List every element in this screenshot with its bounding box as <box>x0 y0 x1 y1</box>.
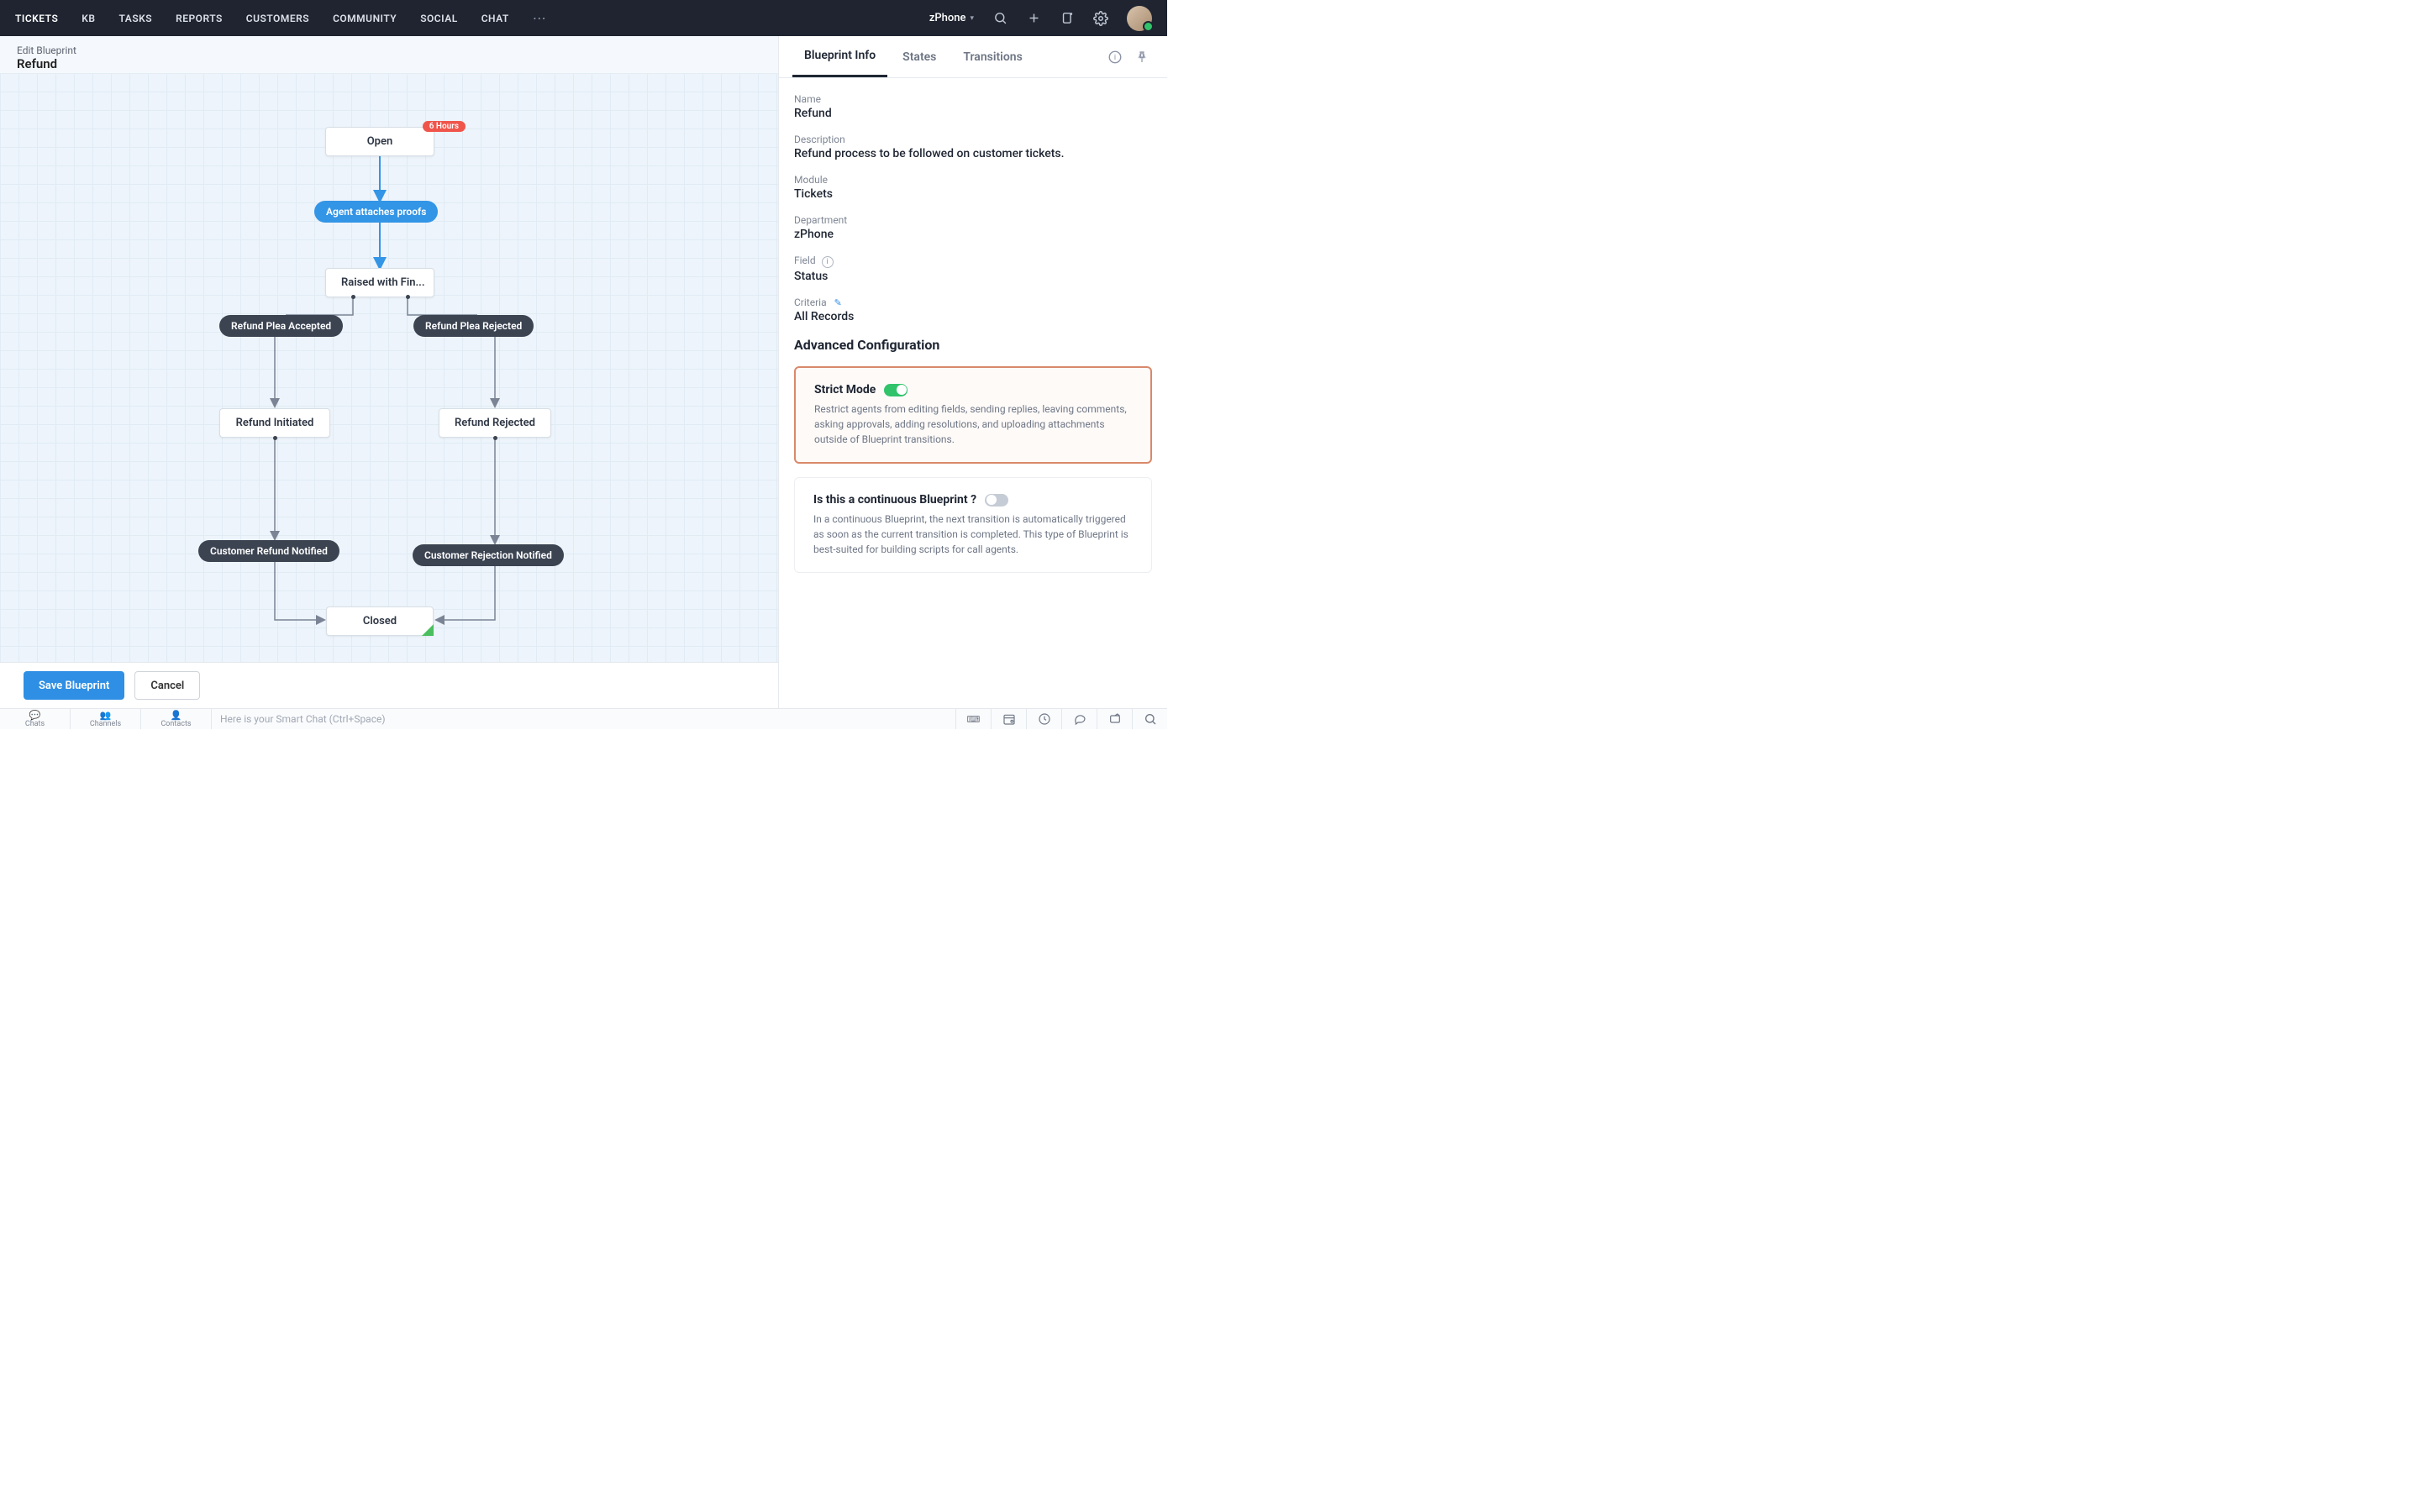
cancel-button[interactable]: Cancel <box>134 671 200 700</box>
state-rejected-label: Refund Rejected <box>455 417 535 429</box>
field-criteria-value: All Records <box>794 310 1152 323</box>
state-closed-label: Closed <box>363 615 397 627</box>
state-closed[interactable]: Closed <box>326 606 434 636</box>
transition-customer-rejection-notified[interactable]: Customer Rejection Notified <box>413 544 564 566</box>
user-avatar[interactable] <box>1127 6 1152 31</box>
field-field-label-text: Field <box>794 255 816 266</box>
contacts-icon: 👤 <box>141 711 211 720</box>
calendar-icon[interactable] <box>991 709 1026 729</box>
nav-item-tasks[interactable]: TASKS <box>119 13 153 24</box>
tab-transitions[interactable]: Transitions <box>951 36 1034 77</box>
help-icon[interactable]: i <box>1103 45 1127 69</box>
bottom-dock: 💬 Chats 👥 Channels 👤 Contacts Here is yo… <box>0 708 1167 729</box>
brand-name: zPhone <box>929 12 966 24</box>
field-field-value: Status <box>794 270 1152 283</box>
strict-mode-card: Strict Mode Restrict agents from editing… <box>794 366 1152 464</box>
channels-icon: 👥 <box>71 711 140 720</box>
continuous-desc: In a continuous Blueprint, the next tran… <box>813 512 1133 557</box>
transition-customer-refund-notified[interactable]: Customer Refund Notified <box>198 540 339 562</box>
chevron-down-icon: ▾ <box>970 14 974 23</box>
notification-icon[interactable] <box>1060 11 1075 26</box>
nav-item-tickets[interactable]: TICKETS <box>15 13 58 24</box>
connector-dot <box>351 295 355 299</box>
transition-attach-proofs[interactable]: Agent attaches proofs <box>314 201 438 223</box>
page-title: Refund <box>17 56 761 71</box>
strict-mode-desc: Restrict agents from editing fields, sen… <box>814 402 1132 447</box>
nav-item-social[interactable]: SOCIAL <box>420 13 458 24</box>
state-initiated-label: Refund Initiated <box>236 417 314 429</box>
dock-tab-contacts[interactable]: 👤 Contacts <box>141 709 212 729</box>
state-open-label: Open <box>367 135 393 148</box>
pin-icon[interactable] <box>1130 45 1154 69</box>
nav-item-kb[interactable]: KB <box>82 13 95 24</box>
info-icon[interactable]: i <box>822 256 834 268</box>
clock-icon[interactable] <box>1026 709 1061 729</box>
breadcrumb: Edit Blueprint Refund <box>0 36 778 73</box>
comments-icon[interactable] <box>1061 709 1097 729</box>
state-open-sla-badge: 6 Hours <box>423 121 466 132</box>
dock-tab-channels[interactable]: 👥 Channels <box>71 709 141 729</box>
field-criteria-label: Criteria ✎ <box>794 297 1152 308</box>
dock-search-icon[interactable] <box>1132 709 1167 729</box>
field-field-label: Field i <box>794 255 1152 268</box>
nav-item-chat[interactable]: CHAT <box>481 13 509 24</box>
state-raised-finance[interactable]: Raised with Fin... <box>325 268 434 297</box>
search-icon[interactable] <box>992 11 1007 26</box>
nav-item-customers[interactable]: CUSTOMERS <box>246 13 309 24</box>
dock-tab-channels-label: Channels <box>71 720 140 728</box>
strict-mode-title: Strict Mode <box>814 383 876 396</box>
share-icon[interactable] <box>1097 709 1132 729</box>
panel-tabs: Blueprint Info States Transitions i <box>779 36 1167 78</box>
state-open[interactable]: Open 6 Hours <box>325 127 434 156</box>
strict-mode-toggle[interactable] <box>884 384 908 396</box>
continuous-blueprint-card: Is this a continuous Blueprint ? In a co… <box>794 477 1152 573</box>
svg-text:i: i <box>1114 54 1116 62</box>
field-name-value: Refund <box>794 107 1152 120</box>
tab-states[interactable]: States <box>891 36 948 77</box>
top-nav: TICKETS KB TASKS REPORTS CUSTOMERS COMMU… <box>0 0 1167 36</box>
final-state-indicator-icon <box>422 624 434 636</box>
state-refund-rejected[interactable]: Refund Rejected <box>439 408 551 438</box>
field-criteria-label-text: Criteria <box>794 297 827 308</box>
brand-switcher[interactable]: zPhone ▾ <box>929 12 974 24</box>
blueprint-canvas[interactable]: Edit Blueprint Refund <box>0 36 778 662</box>
connector-dot <box>493 436 497 440</box>
transition-plea-rejected[interactable]: Refund Plea Rejected <box>413 315 534 337</box>
field-dept-label: Department <box>794 214 1152 226</box>
nav-more-icon[interactable]: ⋯ <box>533 10 546 26</box>
field-module-value: Tickets <box>794 187 1152 201</box>
blueprint-side-panel: Blueprint Info States Transitions i Name… <box>778 36 1167 708</box>
keyboard-icon[interactable]: ⌨ <box>955 709 991 729</box>
field-dept-value: zPhone <box>794 228 1152 241</box>
chats-icon: 💬 <box>0 711 70 720</box>
state-refund-initiated[interactable]: Refund Initiated <box>219 408 330 438</box>
field-name-label: Name <box>794 93 1152 105</box>
field-desc-label: Description <box>794 134 1152 145</box>
transition-plea-accepted[interactable]: Refund Plea Accepted <box>219 315 343 337</box>
canvas-action-bar: Save Blueprint Cancel <box>0 662 778 708</box>
dock-tab-chats-label: Chats <box>0 720 70 728</box>
dock-tab-chats[interactable]: 💬 Chats <box>0 709 71 729</box>
advanced-config-title: Advanced Configuration <box>794 337 1152 353</box>
connector-dot <box>273 436 277 440</box>
dock-tab-contacts-label: Contacts <box>141 720 211 728</box>
blueprint-canvas-pane: Edit Blueprint Refund <box>0 36 778 708</box>
continuous-toggle[interactable] <box>985 494 1008 507</box>
state-raised-label: Raised with Fin... <box>341 276 425 289</box>
field-desc-value: Refund process to be followed on custome… <box>794 147 1152 160</box>
nav-item-community[interactable]: COMMUNITY <box>333 13 397 24</box>
continuous-title: Is this a continuous Blueprint ? <box>813 493 976 507</box>
edit-criteria-icon[interactable]: ✎ <box>834 297 842 308</box>
tab-blueprint-info[interactable]: Blueprint Info <box>792 36 887 77</box>
nav-item-reports[interactable]: REPORTS <box>176 13 223 24</box>
connector-dot <box>406 295 410 299</box>
save-blueprint-button[interactable]: Save Blueprint <box>24 671 124 700</box>
settings-icon[interactable] <box>1093 11 1108 26</box>
add-icon[interactable] <box>1026 11 1041 26</box>
breadcrumb-pre: Edit Blueprint <box>17 45 761 56</box>
field-module-label: Module <box>794 174 1152 186</box>
smart-chat-input[interactable]: Here is your Smart Chat (Ctrl+Space) <box>212 713 955 725</box>
